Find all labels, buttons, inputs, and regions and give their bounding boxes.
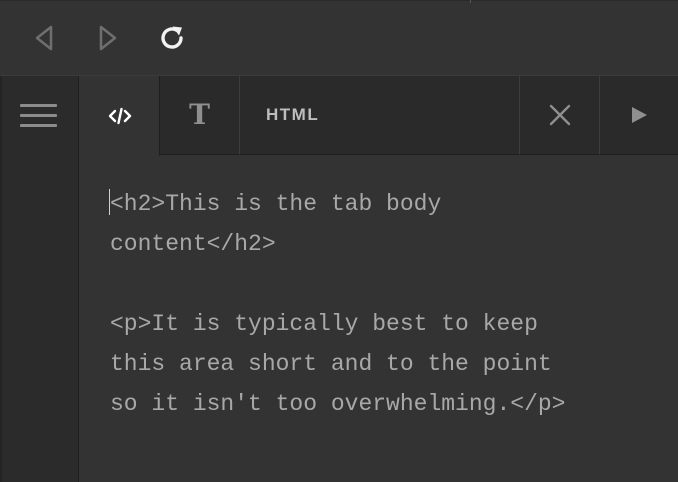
hamburger-menu-icon-bar-top [20,104,57,107]
tab-code[interactable] [80,76,160,156]
play-icon [632,107,647,123]
code-icon [108,107,131,124]
tab-html[interactable]: HTML [240,76,520,155]
triangle-right-outline-icon [99,25,117,51]
code-editor[interactable]: <h2>This is the tab body content</h2> <p… [80,156,678,482]
forward-button[interactable] [92,22,124,54]
tab-bar: T HTML [80,76,678,156]
text-icon: T [189,98,210,131]
code-content[interactable]: <h2>This is the tab body content</h2> <p… [110,184,650,424]
run-button[interactable] [600,76,678,155]
close-tab-button[interactable] [520,76,600,155]
menu-button[interactable] [18,101,58,131]
triangle-left-outline-icon [35,25,53,51]
reload-icon [161,26,183,49]
toolbar-top-border [0,0,678,1]
reload-button[interactable] [156,22,188,54]
hamburger-menu-icon-bar-middle [20,114,57,117]
tab-html-label: HTML [266,105,320,124]
sidebar-edge [0,76,2,482]
hamburger-menu-icon-bar-bottom [20,124,57,127]
close-icon [549,104,570,126]
back-button[interactable] [28,22,60,54]
text-caret [109,189,110,215]
browser-toolbar [0,0,678,76]
sidebar [0,76,79,482]
tab-text[interactable]: T [160,76,240,155]
toolbar-notch [470,0,471,3]
